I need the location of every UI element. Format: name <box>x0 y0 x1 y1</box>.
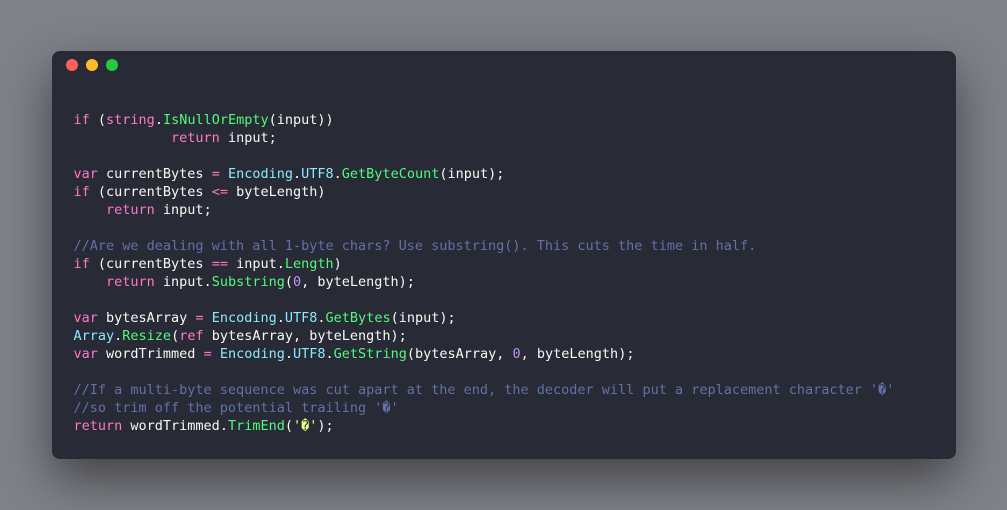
minimize-icon[interactable] <box>86 59 98 71</box>
code-block: if (string.IsNullOrEmpty(input)) return … <box>52 79 956 459</box>
code-window: if (string.IsNullOrEmpty(input)) return … <box>52 51 956 459</box>
window-titlebar <box>52 51 956 79</box>
close-icon[interactable] <box>66 59 78 71</box>
maximize-icon[interactable] <box>106 59 118 71</box>
